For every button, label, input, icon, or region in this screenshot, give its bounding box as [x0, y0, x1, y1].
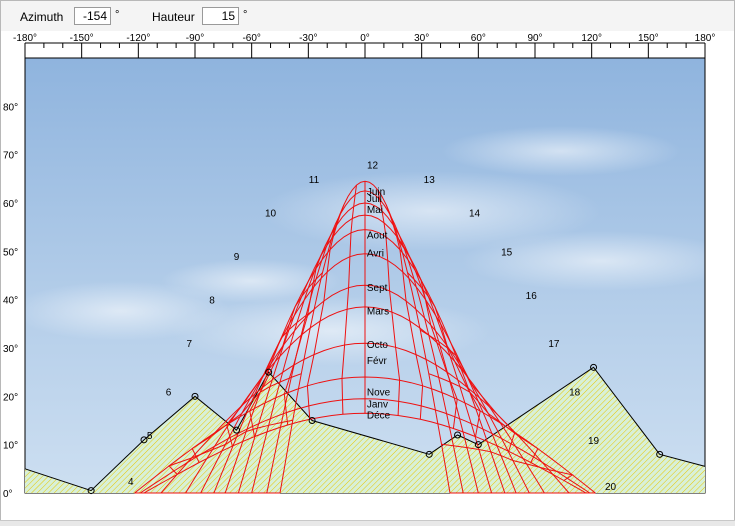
cloud-1 [461, 231, 735, 291]
hour-label: 12 [367, 160, 379, 171]
hour-label: 4 [128, 477, 134, 488]
x-tick-label: -90° [186, 33, 204, 44]
y-tick-label: 0° [3, 489, 13, 500]
azimuth-unit: ° [115, 9, 120, 21]
hour-label: 14 [469, 209, 481, 220]
month-label: Nove [367, 388, 391, 399]
hour-label: 5 [147, 431, 153, 442]
hauteur-input[interactable]: 15 [202, 7, 239, 25]
x-tick-label: -60° [242, 33, 260, 44]
month-label: Févr [367, 356, 388, 367]
month-label: Déce [367, 411, 391, 422]
sun-path-chart-frame: -180° -150° -120° -90° -60° -30° 0° 30° 60° 90° 12… [0, 31, 735, 521]
x-tick-label: 120° [581, 33, 602, 44]
status-strip [0, 520, 735, 526]
hauteur-label: Hauteur [152, 10, 195, 24]
x-tick-label: 0° [360, 33, 370, 44]
y-tick-label: 10° [3, 441, 18, 452]
toolbar: Azimuth -154 ° Hauteur 15 ° [0, 0, 735, 32]
hour-label: 20 [605, 482, 617, 493]
x-tick-label: -120° [126, 33, 150, 44]
x-tick-label: 60° [471, 33, 486, 44]
hour-label: 6 [166, 388, 172, 399]
month-label: Sept [367, 283, 388, 294]
sun-path-chart[interactable]: -180° -150° -120° -90° -60° -30° 0° 30° 60° 90° 12… [1, 31, 735, 521]
hour-label: 19 [588, 436, 600, 447]
month-label: Janv [367, 400, 388, 411]
month-label: Mai [367, 205, 383, 216]
x-tick-label: -30° [299, 33, 317, 44]
hour-label: 18 [569, 388, 581, 399]
month-label: Mars [367, 306, 389, 317]
month-label: Avri [367, 248, 384, 259]
x-tick-label: 180° [695, 33, 716, 44]
hour-label: 8 [209, 296, 215, 307]
azimuth-input[interactable]: -154 [74, 7, 111, 25]
y-tick-label: 60° [3, 199, 18, 210]
y-tick-label: 50° [3, 247, 18, 258]
x-tick-label: 150° [638, 33, 659, 44]
y-tick-label: 80° [3, 102, 18, 113]
y-tick-label: 20° [3, 392, 18, 403]
hour-label: 7 [187, 339, 193, 350]
hour-label: 15 [501, 247, 513, 258]
x-tick-label: -180° [13, 33, 37, 44]
y-tick-label: 30° [3, 344, 18, 355]
hour-label: 10 [265, 209, 277, 220]
hour-label: 9 [234, 252, 240, 263]
month-label: Juil [367, 194, 382, 205]
month-label: Aout [367, 230, 388, 241]
azimuth-label: Azimuth [20, 10, 64, 24]
hour-label: 16 [526, 291, 538, 302]
cloud-4 [441, 126, 681, 176]
hauteur-unit: ° [243, 9, 248, 21]
x-tick-label: -150° [70, 33, 94, 44]
x-tick-label: 90° [527, 33, 542, 44]
month-label: Octo [367, 340, 389, 351]
hour-label: 11 [309, 175, 320, 186]
hour-label: 13 [424, 175, 436, 186]
y-tick-label: 70° [3, 151, 18, 162]
hour-label: 17 [548, 339, 560, 350]
x-tick-label: 30° [414, 33, 429, 44]
